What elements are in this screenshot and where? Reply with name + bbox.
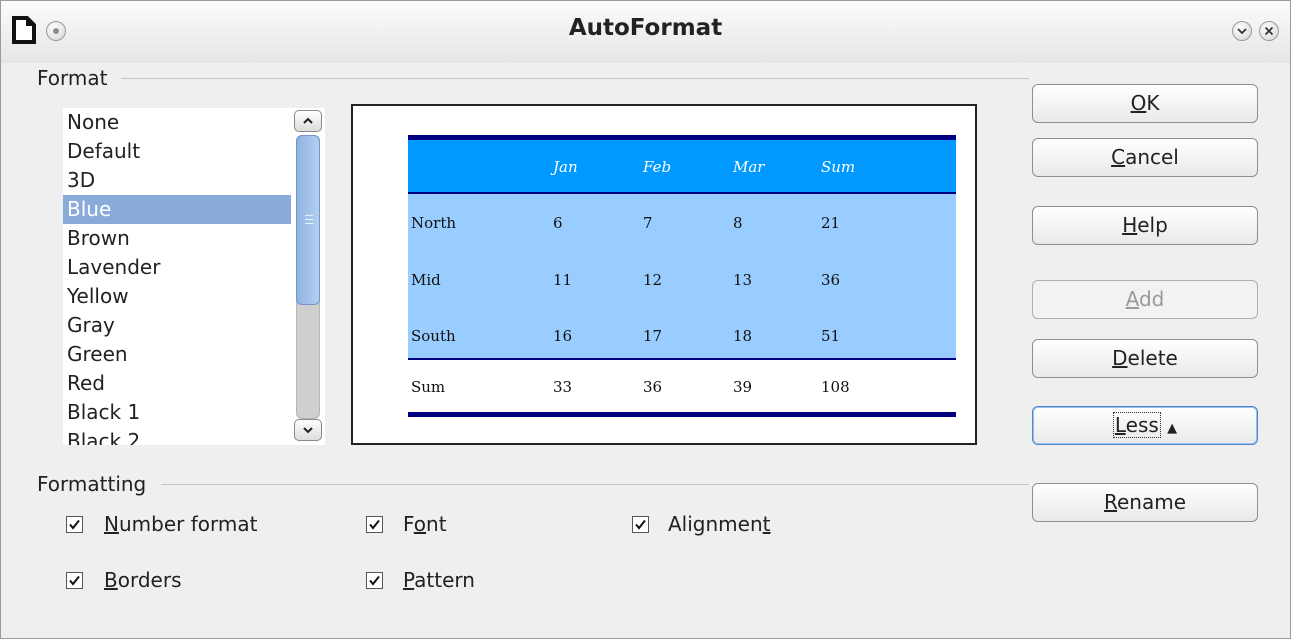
cancel-button[interactable]: Cancel (1032, 138, 1258, 177)
format-list-item[interactable]: Yellow (63, 282, 291, 311)
less-button[interactable]: Less ▲ (1032, 406, 1258, 445)
preview-cell: 13 (733, 271, 753, 289)
chevron-up-icon (303, 117, 313, 124)
preview-sum-rule (408, 358, 956, 360)
formatting-section-label: Formatting (37, 472, 147, 496)
format-preview: Jan Feb Mar Sum North 6 7 8 21 Mid 11 12 13 36 South 16… (351, 104, 977, 445)
format-list-item[interactable]: Gray (63, 311, 291, 340)
preview-body-band (408, 193, 956, 359)
preview-header-band (408, 136, 956, 193)
preview-total-cell: 108 (821, 378, 850, 396)
font-checkbox[interactable] (366, 516, 383, 533)
window-title: AutoFormat (568, 15, 723, 41)
preview-top-rule (408, 135, 956, 140)
format-list-item[interactable]: None (63, 108, 291, 137)
format-list-item[interactable]: 3D (63, 166, 291, 195)
format-list-item[interactable]: Black 2 (63, 427, 291, 445)
number-format-label[interactable]: Number format (104, 512, 257, 536)
preview-total-cell: 36 (643, 378, 663, 396)
format-list-scrollbar[interactable] (292, 108, 325, 445)
preview-cell: 6 (553, 214, 563, 232)
format-list-item[interactable]: Lavender (63, 253, 291, 282)
rename-button[interactable]: Rename (1032, 483, 1258, 522)
grip-line (305, 215, 313, 216)
close-icon (1264, 26, 1274, 36)
preview-cell: 21 (821, 214, 841, 232)
borders-checkbox[interactable] (66, 572, 83, 589)
preview-header-cell: Mar (733, 158, 765, 176)
font-label[interactable]: Font (403, 512, 447, 536)
format-list-item[interactable]: Blue (63, 195, 291, 224)
chevron-down-icon (303, 427, 313, 434)
preview-cell: 17 (643, 327, 663, 345)
add-button[interactable]: Add (1032, 280, 1258, 319)
format-list-item[interactable]: Red (63, 369, 291, 398)
format-list-item[interactable]: Default (63, 137, 291, 166)
grip-line (305, 219, 313, 220)
close-button[interactable] (1259, 21, 1279, 41)
ok-button[interactable]: OK (1032, 84, 1258, 123)
scroll-thumb[interactable] (296, 135, 320, 305)
preview-header-cell: Feb (643, 158, 672, 176)
preview-cell: 18 (733, 327, 753, 345)
preview-bottom-rule (408, 412, 956, 417)
alignment-checkbox[interactable] (632, 516, 649, 533)
collapse-arrow-icon: ▲ (1167, 421, 1178, 436)
preview-cell: 51 (821, 327, 841, 345)
delete-button[interactable]: Delete (1032, 339, 1258, 378)
borders-label[interactable]: Borders (104, 568, 181, 592)
preview-cell: 36 (821, 271, 841, 289)
format-separator (121, 78, 1029, 79)
preview-total-cell: 33 (553, 378, 573, 396)
preview-total-cell: 39 (733, 378, 753, 396)
preview-cell: 7 (643, 214, 653, 232)
preview-table-graphic (408, 135, 956, 417)
pattern-checkbox[interactable] (366, 572, 383, 589)
preview-cell: 11 (553, 271, 573, 289)
checkmark-icon (69, 575, 80, 586)
title-bar[interactable]: AutoFormat (1, 1, 1290, 63)
preview-header-cell: Sum (821, 158, 856, 176)
preview-cell: North (411, 214, 457, 232)
preview-cell: Mid (411, 271, 441, 289)
preview-total-cell: Sum (411, 378, 446, 396)
pattern-label[interactable]: Pattern (403, 568, 475, 592)
checkmark-icon (635, 519, 646, 530)
checkmark-icon (369, 519, 380, 530)
formatting-separator (161, 484, 1029, 485)
preview-cell: South (411, 327, 456, 345)
alignment-label[interactable]: Alignment (668, 512, 770, 536)
format-section-label: Format (37, 66, 108, 90)
checkmark-icon (369, 575, 380, 586)
scroll-up-button[interactable] (294, 110, 322, 132)
grip-line (305, 223, 313, 224)
preview-body-rule (408, 192, 956, 194)
autoformat-dialog: AutoFormat Format None Default 3D Blue Brown… (0, 0, 1291, 639)
format-list[interactable]: None Default 3D Blue Brown Lavender Yellow Gray… (63, 108, 325, 445)
scroll-down-button[interactable] (294, 419, 322, 441)
preview-cell: 8 (733, 214, 743, 232)
checkmark-icon (69, 519, 80, 530)
preview-header-cell: Jan (553, 158, 578, 176)
chevron-down-icon (1237, 28, 1247, 35)
number-format-checkbox[interactable] (66, 516, 83, 533)
format-list-item[interactable]: Black 1 (63, 398, 291, 427)
minimize-button[interactable] (1232, 21, 1252, 41)
help-button[interactable]: Help (1032, 206, 1258, 245)
preview-cell: 12 (643, 271, 663, 289)
preview-cell: 16 (553, 327, 573, 345)
format-list-item[interactable]: Brown (63, 224, 291, 253)
format-list-item[interactable]: Green (63, 340, 291, 369)
